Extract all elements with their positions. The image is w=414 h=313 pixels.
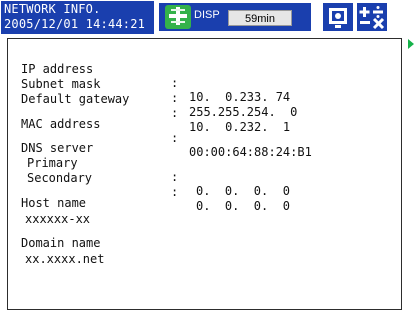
separator: :	[171, 91, 179, 105]
subnet-value: 255.255.254. 0	[189, 105, 298, 119]
calculator-icon	[359, 6, 385, 30]
ip-value: 10. 0.233. 74	[189, 90, 291, 104]
calculator-button[interactable]	[357, 3, 387, 31]
time-span-button[interactable]: 59min	[228, 10, 292, 26]
play-arrow-icon	[408, 39, 414, 49]
separator: :	[171, 76, 179, 90]
network-info-panel: IP address : 10. 0.233. 74 Subnet mask :…	[7, 38, 402, 310]
display-box-button[interactable]	[323, 3, 353, 31]
disp-icon[interactable]	[165, 5, 191, 29]
separator: :	[171, 185, 179, 199]
primary-value: 0. 0. 0. 0	[196, 184, 290, 198]
disp-label: DISP	[194, 9, 220, 21]
separator: :	[171, 131, 179, 145]
secondary-value: 0. 0. 0. 0	[196, 199, 290, 213]
page-title: NETWORK INFO.	[4, 2, 101, 16]
gateway-value: 10. 0.232. 1	[189, 120, 291, 134]
top-bar: NETWORK INFO. 2005/12/01 14:44:21 DISP 5…	[0, 0, 414, 49]
separator: :	[171, 106, 179, 120]
separator: :	[171, 170, 179, 184]
display-box-icon	[329, 8, 347, 28]
datetime: 2005/12/01 14:44:21	[4, 17, 146, 31]
title-box: NETWORK INFO. 2005/12/01 14:44:21	[1, 1, 154, 34]
domain-value: xx.xxxx.net	[25, 252, 105, 266]
mac-value: 00:00:64:88:24:B1	[189, 145, 312, 159]
domain-value-row: xx.xxxx.net	[21, 238, 104, 280]
